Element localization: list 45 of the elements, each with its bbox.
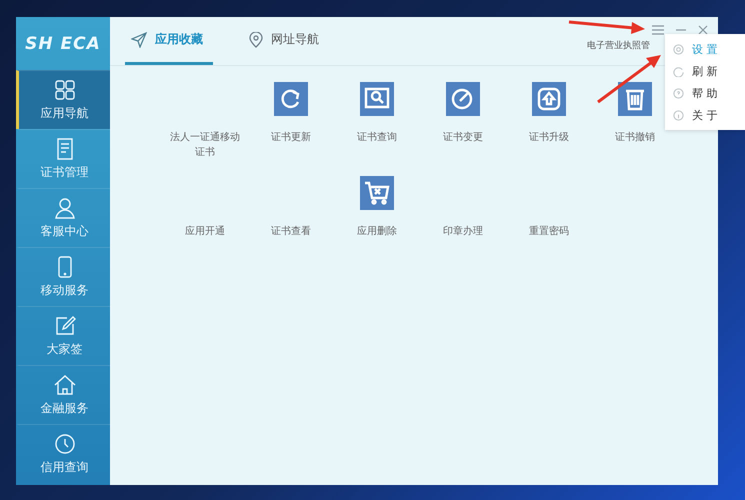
app-label[interactable]: 应用删除 <box>339 224 415 239</box>
info-icon <box>673 110 684 120</box>
app-label[interactable]: 法人一证通移动证书 <box>167 130 243 160</box>
app-label[interactable]: 证书查询 <box>339 130 415 145</box>
grid-icon <box>52 78 76 102</box>
sidebar-item[interactable]: 应用导航 <box>16 70 110 129</box>
menu-item[interactable]: 设 置 <box>665 38 745 60</box>
app-label[interactable]: 重置密码 <box>511 224 587 239</box>
tab[interactable]: 网址导航 <box>243 17 329 65</box>
gear-icon <box>673 44 684 54</box>
sidebar-item[interactable]: 金融服务 <box>16 365 110 424</box>
menu-item[interactable]: 关 于 <box>665 104 745 126</box>
app-label[interactable]: 证书升级 <box>511 130 587 145</box>
app-label[interactable]: 证书查看 <box>253 224 329 239</box>
app-label[interactable]: 证书更新 <box>253 130 329 145</box>
tab[interactable]: 应用收藏 <box>125 17 213 65</box>
refresh-icon <box>673 66 684 76</box>
paper-plane-icon <box>131 32 147 48</box>
sidebar-item[interactable]: 移动服务 <box>16 247 110 306</box>
menu-item[interactable]: 帮 助 <box>665 82 745 104</box>
upload-icon[interactable] <box>532 82 566 116</box>
trash-icon[interactable] <box>618 82 652 116</box>
header-link[interactable]: 电子营业执照管 <box>587 38 650 52</box>
menu-icon[interactable] <box>652 25 664 35</box>
cart-icon[interactable] <box>360 176 394 210</box>
logo: SH ECA <box>24 32 102 56</box>
app-label[interactable]: 印章办理 <box>425 224 501 239</box>
sidebar-item[interactable]: 信用查询 <box>16 424 110 483</box>
help-icon <box>673 88 684 98</box>
app-label[interactable]: 证书变更 <box>425 130 501 145</box>
person-icon <box>52 196 76 220</box>
magnifier-icon[interactable] <box>360 82 394 116</box>
app-label[interactable]: 应用开通 <box>167 224 243 239</box>
edit-icon[interactable] <box>446 82 480 116</box>
sidebar-item[interactable]: 客服中心 <box>16 188 110 247</box>
clock-icon <box>52 432 76 456</box>
arrow-drawing <box>596 54 662 104</box>
location-pin-icon <box>249 32 263 48</box>
refresh-icon[interactable] <box>274 82 308 116</box>
sidebar-item[interactable]: 大家签 <box>16 306 110 365</box>
menu-item[interactable]: 刷 新 <box>665 60 745 82</box>
close-icon[interactable] <box>698 25 708 35</box>
app-label[interactable]: 证书撤销 <box>597 130 673 145</box>
sidebar-item[interactable]: 证书管理 <box>16 129 110 188</box>
house-icon <box>52 373 76 397</box>
